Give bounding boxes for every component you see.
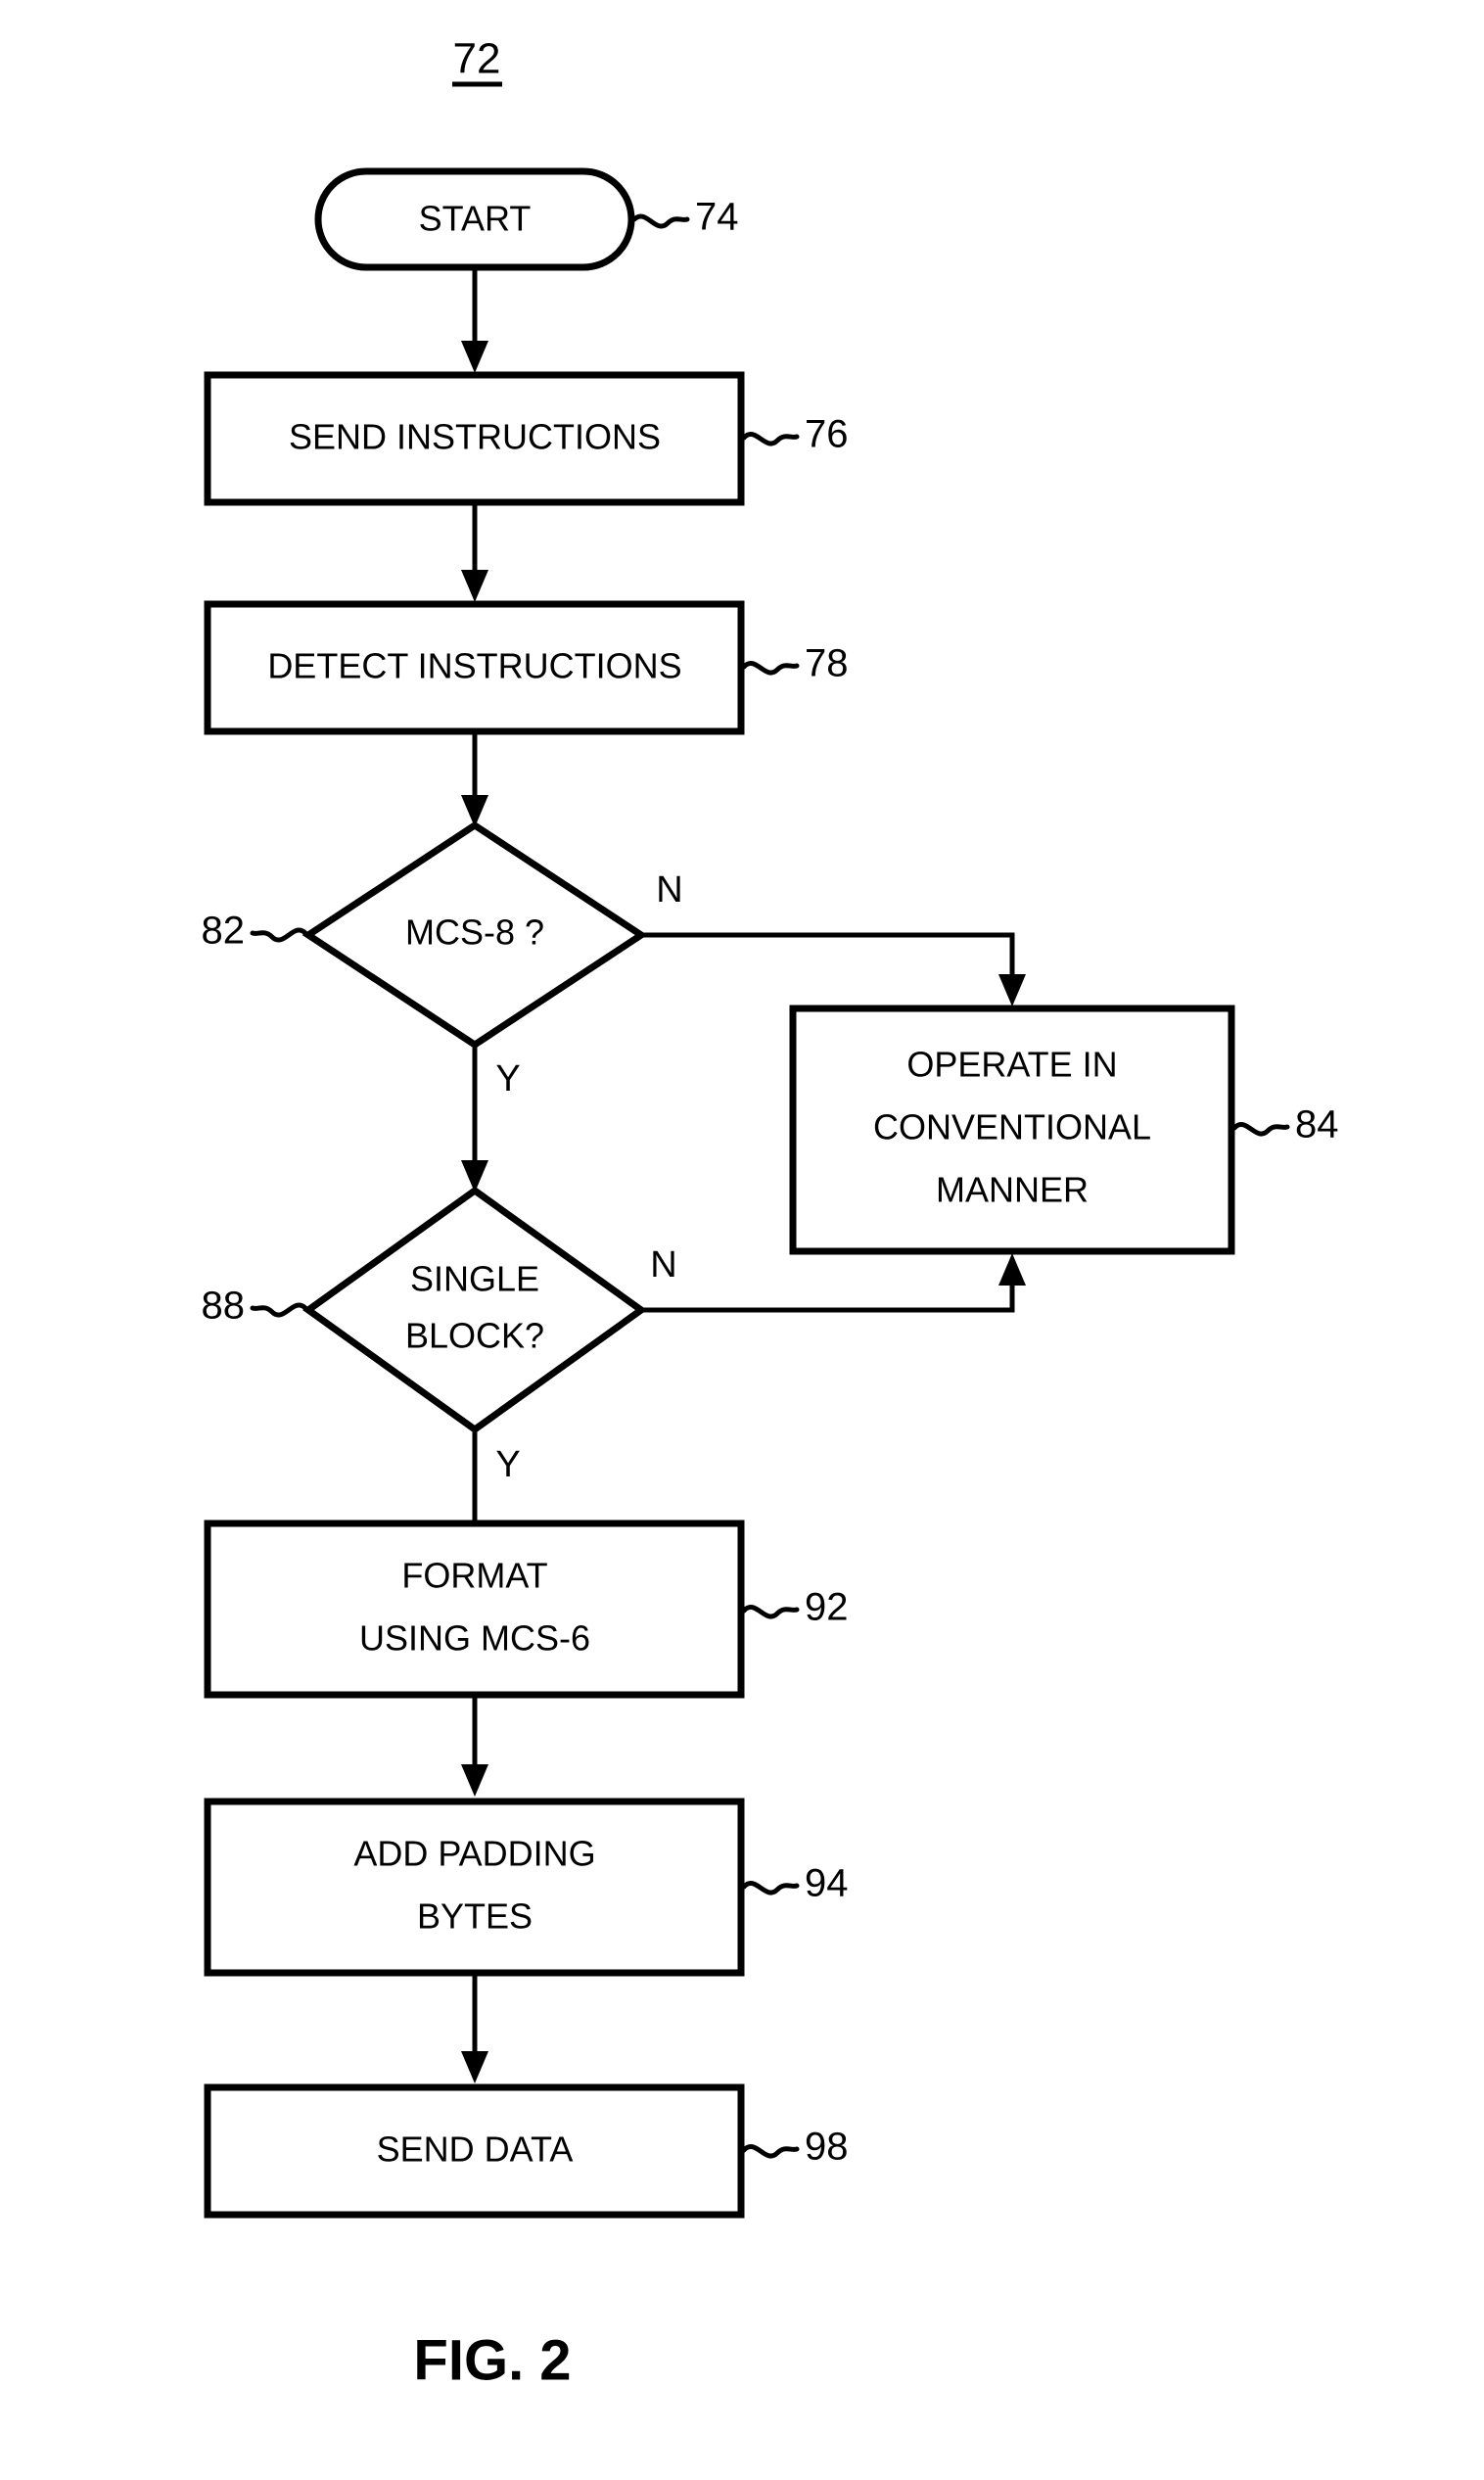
format-mcs6-box-shape[interactable]	[204, 1520, 745, 1699]
ref-number-98: 98	[805, 2126, 849, 2169]
edge-single-block-no-to-operate-conventional	[641, 1253, 1026, 1313]
arrowhead-icon	[461, 2051, 488, 2083]
arrowhead-icon	[461, 570, 488, 602]
ref-leader-84: 84	[1231, 1103, 1339, 1146]
ref-number-84: 84	[1295, 1103, 1339, 1146]
arrowhead-icon	[461, 341, 488, 373]
ref-leader-78: 78	[741, 642, 849, 685]
send-instructions-label: SEND INSTRUCTIONS	[289, 417, 661, 457]
edge-path	[641, 932, 1015, 979]
node-detect-instructions[interactable]: DETECT INSTRUCTIONS	[204, 600, 745, 735]
start-label: START	[419, 199, 532, 239]
edge-mcs8-yes-to-single-block	[461, 1045, 488, 1193]
node-format-mcs6[interactable]: FORMAT USING MCS-6	[204, 1520, 745, 1699]
flowchart-canvas: 72 START 74 SEND INSTRUCTIONS 76 DETECT …	[202, 35, 1339, 2393]
edge-padding-to-send-data	[461, 1973, 488, 2083]
figure-id: 72	[453, 35, 501, 83]
ref-number-88: 88	[202, 1285, 246, 1328]
format-mcs6-line1: FORMAT	[401, 1556, 547, 1596]
mcs8-yes-branch-label: Y	[495, 1058, 520, 1100]
single-block-line2: BLOCK?	[405, 1316, 544, 1356]
operate-conventional-line3: MANNER	[936, 1170, 1089, 1210]
patent-figure: 72 START 74 SEND INSTRUCTIONS 76 DETECT …	[0, 0, 1484, 2480]
add-padding-line1: ADD PADDING	[353, 1834, 595, 1874]
single-block-no-branch-label: N	[650, 1244, 676, 1286]
mcs8-label: MCS-8 ?	[405, 912, 544, 953]
leader-line-88	[250, 1302, 308, 1318]
node-mcs8-decision[interactable]: MCS-8 ?	[301, 820, 648, 1050]
leader-line-74	[631, 213, 690, 229]
leader-line-92	[741, 1605, 800, 1619]
leader-line-84	[1231, 1122, 1290, 1137]
leader-line-82	[250, 927, 308, 943]
node-single-block-decision[interactable]: SINGLE BLOCK?	[301, 1186, 648, 1434]
node-send-data[interactable]: SEND DATA	[204, 2083, 745, 2219]
single-block-yes-branch-label: Y	[495, 1444, 520, 1485]
leader-line-98	[741, 2144, 800, 2159]
node-start[interactable]: START	[314, 167, 635, 271]
leader-line-94	[741, 1881, 800, 1895]
detect-instructions-label: DETECT INSTRUCTIONS	[267, 646, 681, 686]
arrowhead-icon	[998, 974, 1026, 1006]
ref-leader-74: 74	[631, 196, 739, 239]
node-operate-conventional[interactable]: OPERATE IN CONVENTIONAL MANNER	[789, 1005, 1235, 1255]
ref-leader-82: 82	[202, 910, 308, 953]
ref-number-92: 92	[805, 1586, 849, 1629]
single-block-diamond-shape[interactable]	[301, 1186, 648, 1434]
edge-format-to-padding	[461, 1695, 488, 1797]
leader-line-78	[741, 661, 800, 676]
ref-leader-94: 94	[741, 1862, 849, 1905]
ref-number-76: 76	[805, 413, 849, 456]
ref-leader-76: 76	[741, 413, 849, 456]
ref-leader-88: 88	[202, 1285, 308, 1328]
edge-mcs8-no-to-operate-conventional	[641, 932, 1026, 1006]
ref-number-82: 82	[202, 910, 246, 953]
ref-leader-98: 98	[741, 2126, 849, 2169]
edge-detect-to-mcs8	[461, 731, 488, 827]
node-send-instructions[interactable]: SEND INSTRUCTIONS	[204, 371, 745, 506]
mcs8-no-branch-label: N	[656, 869, 682, 911]
add-padding-line2: BYTES	[417, 1896, 533, 1937]
arrowhead-icon	[461, 1764, 488, 1797]
format-mcs6-line2: USING MCS-6	[359, 1618, 590, 1659]
ref-leader-92: 92	[741, 1586, 849, 1629]
figure-caption: FIG. 2	[413, 2328, 571, 2392]
operate-conventional-line1: OPERATE IN	[906, 1045, 1117, 1085]
add-padding-box-shape[interactable]	[204, 1798, 745, 1977]
leader-line-76	[741, 432, 800, 446]
node-add-padding[interactable]: ADD PADDING BYTES	[204, 1798, 745, 1977]
ref-number-94: 94	[805, 1862, 849, 1905]
edge-start-to-send-instructions	[461, 267, 488, 373]
ref-number-74: 74	[695, 196, 739, 239]
arrowhead-icon	[998, 1253, 1026, 1286]
edge-path	[641, 1281, 1015, 1313]
send-data-label: SEND DATA	[377, 2129, 574, 2170]
operate-conventional-line2: CONVENTIONAL	[873, 1107, 1151, 1147]
edge-send-to-detect	[461, 502, 488, 602]
ref-number-78: 78	[805, 642, 849, 685]
single-block-line1: SINGLE	[410, 1259, 539, 1299]
figure-id-group: 72	[452, 35, 502, 87]
